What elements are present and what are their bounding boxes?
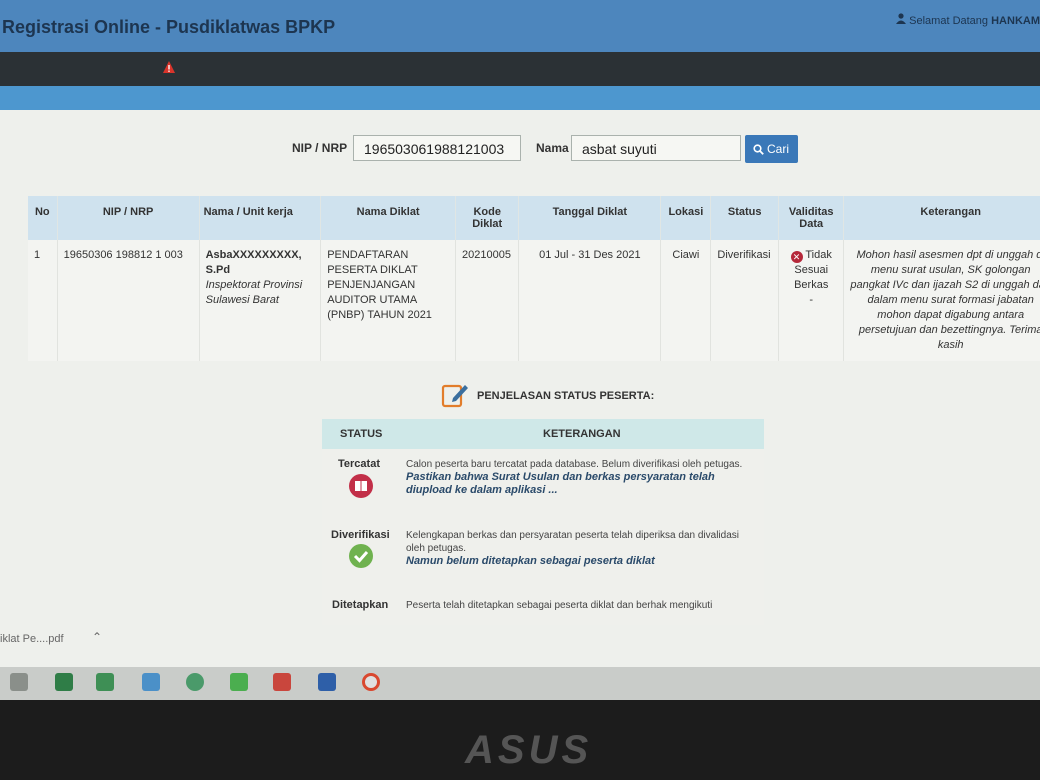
col-nip: NIP / NRP bbox=[57, 196, 200, 240]
legend-desc-diverifikasi-text: Kelengkapan berkas dan persyaratan peser… bbox=[406, 530, 739, 554]
browser-screen: Registrasi Online - Pusdiklatwas BPKP Se… bbox=[0, 0, 1040, 700]
nip-input[interactable]: 196503061988121003 bbox=[353, 135, 521, 161]
chat-icon[interactable] bbox=[230, 673, 248, 691]
warning-icon[interactable] bbox=[162, 60, 176, 74]
legend-col-keterangan: KETERANGAN bbox=[543, 428, 621, 440]
legend-desc-diverifikasi: Kelengkapan berkas dan persyaratan peser… bbox=[406, 529, 746, 568]
col-keterangan: Keterangan bbox=[843, 196, 1040, 240]
app-title: Registrasi Online - Pusdiklatwas BPKP bbox=[2, 17, 336, 37]
edit-note-icon bbox=[441, 384, 468, 408]
book-icon bbox=[349, 474, 373, 498]
col-diklat: Nama Diklat bbox=[320, 196, 457, 240]
table-row: 1 19650306 198812 1 003 AsbaXXXXXXXXX, S… bbox=[28, 240, 1040, 361]
legend-header: STATUS KETERANGAN bbox=[322, 419, 764, 449]
chrome-icon[interactable] bbox=[362, 673, 380, 691]
legend-desc-ditetapkan: Peserta telah ditetapkan sebagai peserta… bbox=[406, 600, 713, 611]
col-status: Status bbox=[710, 196, 780, 240]
excel-icon-2[interactable] bbox=[96, 673, 114, 691]
cell-kode: 20210005 bbox=[455, 240, 520, 361]
cell-diklat: PENDAFTARAN PESERTA DIKLAT PENJENJANGAN … bbox=[320, 240, 457, 361]
taskbar bbox=[0, 667, 1040, 700]
nip-label: NIP / NRP bbox=[292, 141, 348, 155]
word-icon[interactable] bbox=[318, 673, 336, 691]
cell-status: Diverifikasi bbox=[710, 240, 780, 361]
legend-note-diverifikasi: Namun belum ditetapkan sebagai peserta d… bbox=[406, 555, 655, 567]
cell-nama-name: AsbaXXXXXXXXX, S.Pd bbox=[205, 249, 302, 276]
col-nama: Nama / Unit kerja bbox=[199, 196, 322, 240]
legend-status-diverifikasi: Diverifikasi bbox=[331, 529, 390, 541]
welcome-user: HANKAM bbox=[991, 15, 1040, 27]
cell-validitas-extra: - bbox=[809, 294, 814, 306]
legend-status-ditetapkan: Ditetapkan bbox=[332, 599, 389, 611]
x-circle-icon: ✕ bbox=[790, 251, 803, 263]
cell-nip: 19650306 198812 1 003 bbox=[57, 240, 200, 361]
cell-nama-unit: Inspektorat Provinsi Sulawesi Barat bbox=[205, 279, 303, 306]
check-circle-icon bbox=[349, 544, 373, 568]
name-input[interactable]: asbat suyuti bbox=[571, 135, 741, 161]
name-label: Nama bbox=[536, 141, 569, 155]
welcome-prefix: Selamat Datang bbox=[909, 15, 989, 27]
sub-header-bar bbox=[0, 86, 1040, 110]
cell-tanggal: 01 Jul - 31 Des 2021 bbox=[518, 240, 662, 361]
legend-desc-tercatat-text: Calon peserta baru tercatat pada databas… bbox=[406, 459, 743, 470]
col-kode: Kode Diklat bbox=[455, 196, 520, 240]
welcome-text[interactable]: Selamat Datang HANKAM bbox=[896, 13, 1040, 27]
user-icon bbox=[896, 13, 907, 24]
col-no: No bbox=[28, 196, 58, 240]
legend-note-tercatat: Pastikan bahwa Surat Usulan dan berkas p… bbox=[406, 471, 715, 496]
registration-table: No NIP / NRP Nama / Unit kerja Nama Dikl… bbox=[28, 196, 1040, 361]
search-icon bbox=[753, 144, 764, 155]
cell-lokasi: Ciawi bbox=[660, 240, 712, 361]
legend-desc-tercatat: Calon peserta baru tercatat pada databas… bbox=[406, 458, 746, 497]
cell-validitas: ✕ Tidak Sesuai Berkas - bbox=[778, 240, 845, 361]
excel-icon[interactable] bbox=[55, 673, 73, 691]
bezel-brand-logo: ASUS bbox=[465, 728, 593, 772]
col-lokasi: Lokasi bbox=[660, 196, 712, 240]
legend-title-block: PENJELASAN STATUS PESERTA: bbox=[441, 381, 654, 414]
cell-nama: AsbaXXXXXXXXX, S.Pd Inspektorat Provinsi… bbox=[199, 240, 322, 361]
chevron-up-icon[interactable]: ⌃ bbox=[92, 630, 102, 644]
cell-keterangan: Mohon hasil asesmen dpt di unggah di men… bbox=[843, 240, 1040, 361]
table-header-row: No NIP / NRP Nama / Unit kerja Nama Dikl… bbox=[28, 196, 1040, 240]
col-validitas: Validitas Data bbox=[778, 196, 845, 240]
start-icon[interactable] bbox=[10, 673, 28, 691]
browser-icon[interactable] bbox=[186, 673, 204, 691]
store-icon[interactable] bbox=[142, 673, 160, 691]
app-header: Registrasi Online - Pusdiklatwas BPKP Se… bbox=[0, 0, 1040, 52]
pdf-icon[interactable] bbox=[273, 673, 291, 691]
nav-bar bbox=[0, 52, 1040, 86]
search-button[interactable]: Cari bbox=[745, 135, 798, 163]
download-bar: iklat Pe....pdf ⌃ bbox=[0, 625, 1040, 667]
legend-col-status: STATUS bbox=[340, 428, 383, 440]
cell-no: 1 bbox=[28, 240, 58, 361]
search-button-label: Cari bbox=[767, 142, 790, 156]
legend-body: Tercatat Calon peserta baru tercatat pad… bbox=[322, 449, 764, 629]
col-tanggal: Tanggal Diklat bbox=[518, 196, 662, 240]
legend-status-tercatat: Tercatat bbox=[338, 458, 380, 470]
download-file[interactable]: iklat Pe....pdf bbox=[0, 633, 64, 645]
legend-title: PENJELASAN STATUS PESERTA: bbox=[477, 390, 655, 402]
